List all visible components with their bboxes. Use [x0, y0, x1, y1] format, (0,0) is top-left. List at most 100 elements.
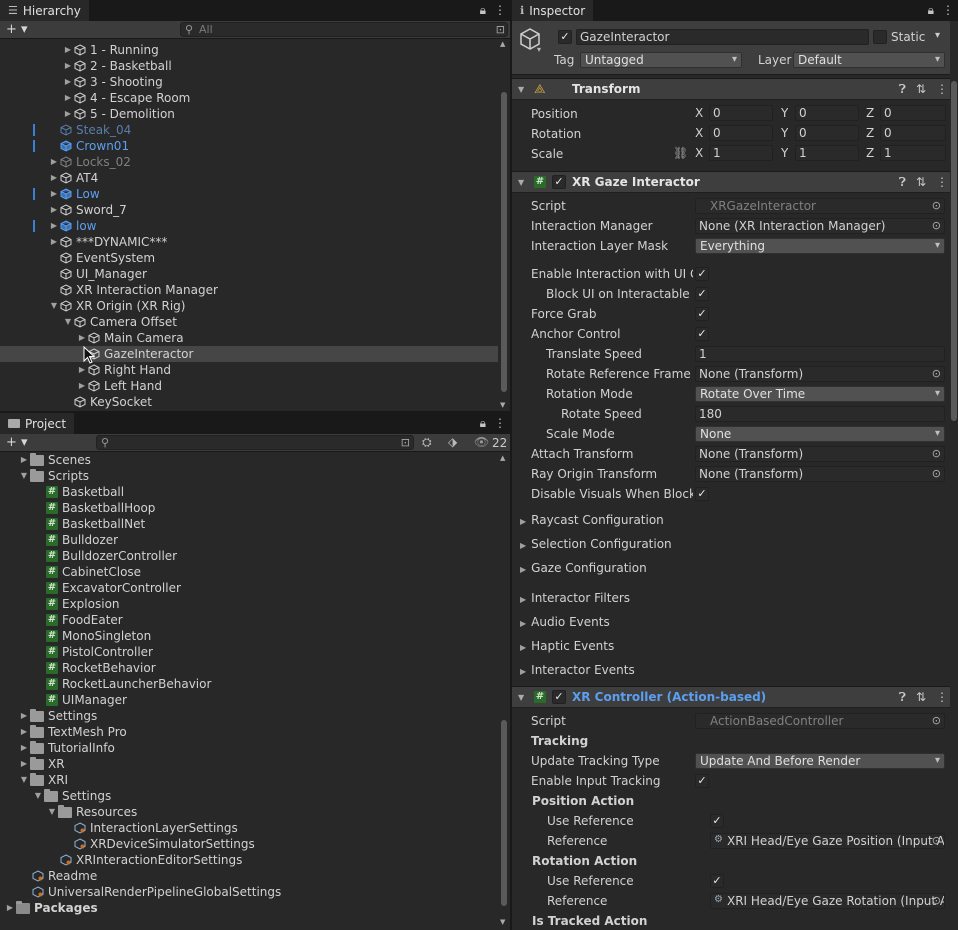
project-item[interactable]: # RocketBehavior: [0, 660, 498, 676]
project-item[interactable]: UniversalRenderPipelineGlobalSettings: [0, 884, 498, 900]
project-item[interactable]: ▶ XR: [0, 756, 498, 772]
hidden-packages-icon[interactable]: 👁︎: [474, 435, 489, 449]
expand-arrow-icon[interactable]: ▼: [18, 772, 30, 788]
rotation-z-axis-label[interactable]: Z: [866, 126, 874, 140]
attach-transform-field[interactable]: None (Transform): [695, 446, 945, 462]
foldout-section[interactable]: ▶ Audio Events: [520, 612, 610, 632]
layer-dropdown[interactable]: Default: [793, 52, 945, 68]
scale-mode-dropdown[interactable]: None: [695, 426, 945, 442]
scroll-thumb[interactable]: [501, 92, 507, 392]
layer-mask-dropdown[interactable]: Everything: [695, 238, 945, 254]
project-item[interactable]: # FoodEater: [0, 612, 498, 628]
hierarchy-item[interactable]: ▶ Sword_7: [0, 202, 498, 218]
scroll-down-icon[interactable]: ▼: [500, 401, 505, 409]
hierarchy-item[interactable]: ▶ 1 - Running: [0, 42, 498, 58]
hierarchy-item[interactable]: KeySocket: [0, 394, 498, 410]
project-item[interactable]: # Bulldozer: [0, 532, 498, 548]
scale-z-field[interactable]: 1: [880, 145, 946, 161]
scale-y-axis-label[interactable]: Y: [781, 146, 788, 160]
component-menu-icon[interactable]: ⋮: [936, 175, 948, 190]
fold-arrow-icon[interactable]: ▶: [520, 541, 526, 550]
hierarchy-search-input[interactable]: ⚲ All ⊡: [180, 22, 508, 37]
scroll-thumb[interactable]: [501, 720, 507, 906]
scroll-thumb[interactable]: [951, 81, 957, 421]
project-item[interactable]: # BulldozerController: [0, 548, 498, 564]
expand-arrow-icon[interactable]: ▶: [76, 378, 88, 394]
controller-header[interactable]: ▼ # ✓ XR Controller (Action-based) ❓︎ ⇅ ⋮: [512, 686, 958, 708]
help-icon[interactable]: ❓︎: [899, 690, 906, 705]
help-icon[interactable]: ❓︎: [899, 175, 906, 190]
fold-arrow-icon[interactable]: ▼: [518, 693, 524, 702]
project-item[interactable]: ▼ Settings: [0, 788, 498, 804]
expand-arrow-icon[interactable]: ▶: [18, 740, 30, 756]
translate-speed-field[interactable]: 1: [695, 346, 945, 362]
rotation-use-reference-checkbox[interactable]: ✓: [710, 874, 724, 888]
rotation-x-axis-label[interactable]: X: [695, 126, 703, 140]
tag-dropdown[interactable]: Untagged: [580, 52, 742, 68]
project-item[interactable]: ▼ XRI: [0, 772, 498, 788]
project-item[interactable]: # RocketLauncherBehavior: [0, 676, 498, 692]
lock-icon[interactable]: 🔒︎: [928, 3, 934, 18]
fold-arrow-icon[interactable]: ▶: [520, 565, 526, 574]
static-dropdown-icon[interactable]: ▾: [935, 30, 940, 41]
active-checkbox[interactable]: ✓: [558, 30, 572, 44]
expand-arrow-icon[interactable]: ▶: [76, 330, 88, 346]
expand-arrow-icon[interactable]: ▶: [18, 756, 30, 772]
preset-icon[interactable]: ⇅: [916, 82, 926, 97]
rotation-reference-field[interactable]: XRI Head/Eye Gaze Rotation (Input A: [710, 893, 945, 909]
search-options-icon[interactable]: ⊡: [401, 436, 410, 449]
gaze-enabled-checkbox[interactable]: ✓: [552, 175, 566, 189]
position-z-field[interactable]: 0: [880, 105, 946, 121]
hierarchy-item[interactable]: EventSystem: [0, 250, 498, 266]
interaction-manager-field[interactable]: None (XR Interaction Manager): [695, 218, 945, 234]
fold-arrow-icon[interactable]: ▼: [518, 85, 524, 94]
fold-arrow-icon[interactable]: ▶: [520, 667, 526, 676]
project-item[interactable]: ▶ Packages: [0, 900, 498, 916]
hierarchy-item[interactable]: ▶ Right Hand: [0, 362, 498, 378]
help-icon[interactable]: ❓︎: [899, 82, 906, 97]
foldout-section[interactable]: ▶ Selection Configuration: [520, 534, 672, 554]
hierarchy-item[interactable]: ▶ low: [0, 218, 498, 234]
expand-arrow-icon[interactable]: ▼: [32, 788, 44, 804]
expand-arrow-icon[interactable]: ▶: [62, 58, 74, 74]
project-item[interactable]: ▶ Scenes: [0, 452, 498, 468]
hierarchy-item[interactable]: ▶ 3 - Shooting: [0, 74, 498, 90]
lock-icon[interactable]: 🔒︎: [480, 416, 486, 431]
rotation-mode-dropdown[interactable]: Rotate Over Time: [695, 386, 945, 402]
create-button[interactable]: + ▾: [6, 434, 28, 451]
expand-arrow-icon[interactable]: ▶: [48, 218, 60, 234]
project-item[interactable]: # MonoSingleton: [0, 628, 498, 644]
enable-input-checkbox[interactable]: ✓: [695, 774, 709, 788]
project-item[interactable]: XRInteractionEditorSettings: [0, 852, 498, 868]
fold-arrow-icon[interactable]: ▶: [520, 595, 526, 604]
position-use-reference-checkbox[interactable]: ✓: [710, 814, 724, 828]
filter-type-icon[interactable]: ⛭: [422, 435, 432, 450]
enable-ui-checkbox[interactable]: ✓: [695, 267, 709, 281]
scroll-up-icon[interactable]: ▲: [500, 454, 505, 462]
rotation-y-field[interactable]: 0: [795, 125, 859, 141]
hierarchy-item[interactable]: UI_Manager: [0, 266, 498, 282]
disable-visuals-checkbox[interactable]: ✓: [695, 487, 709, 501]
rotation-x-field[interactable]: 0: [709, 125, 773, 141]
foldout-section[interactable]: ▶ Raycast Configuration: [520, 510, 664, 530]
expand-arrow-icon[interactable]: ▶: [48, 186, 60, 202]
foldout-section[interactable]: ▶ Interactor Filters: [520, 588, 630, 608]
static-checkbox[interactable]: [873, 30, 887, 44]
project-item[interactable]: ▶ TextMesh Pro: [0, 724, 498, 740]
transform-header[interactable]: ▼ ⟁ Transform ❓︎ ⇅ ⋮: [512, 78, 958, 100]
project-item[interactable]: ▶ TutorialInfo: [0, 740, 498, 756]
component-menu-icon[interactable]: ⋮: [936, 82, 948, 97]
expand-arrow-icon[interactable]: ▶: [62, 90, 74, 106]
project-item[interactable]: Readme: [0, 868, 498, 884]
foldout-section[interactable]: ▶ Interactor Events: [520, 660, 635, 680]
inspector-scrollbar[interactable]: [950, 21, 958, 930]
expand-arrow-icon[interactable]: ▶: [4, 900, 16, 916]
project-item[interactable]: # ExcavatorController: [0, 580, 498, 596]
hierarchy-item[interactable]: ▼ XR Origin (XR Rig): [0, 298, 498, 314]
project-item[interactable]: # UIManager: [0, 692, 498, 708]
project-search-input[interactable]: ⚲ ⊡: [96, 435, 414, 450]
hierarchy-tab[interactable]: ☰ Hierarchy: [0, 0, 89, 21]
ray-origin-field[interactable]: None (Transform): [695, 466, 945, 482]
position-y-field[interactable]: 0: [795, 105, 859, 121]
expand-arrow-icon[interactable]: ▶: [48, 154, 60, 170]
